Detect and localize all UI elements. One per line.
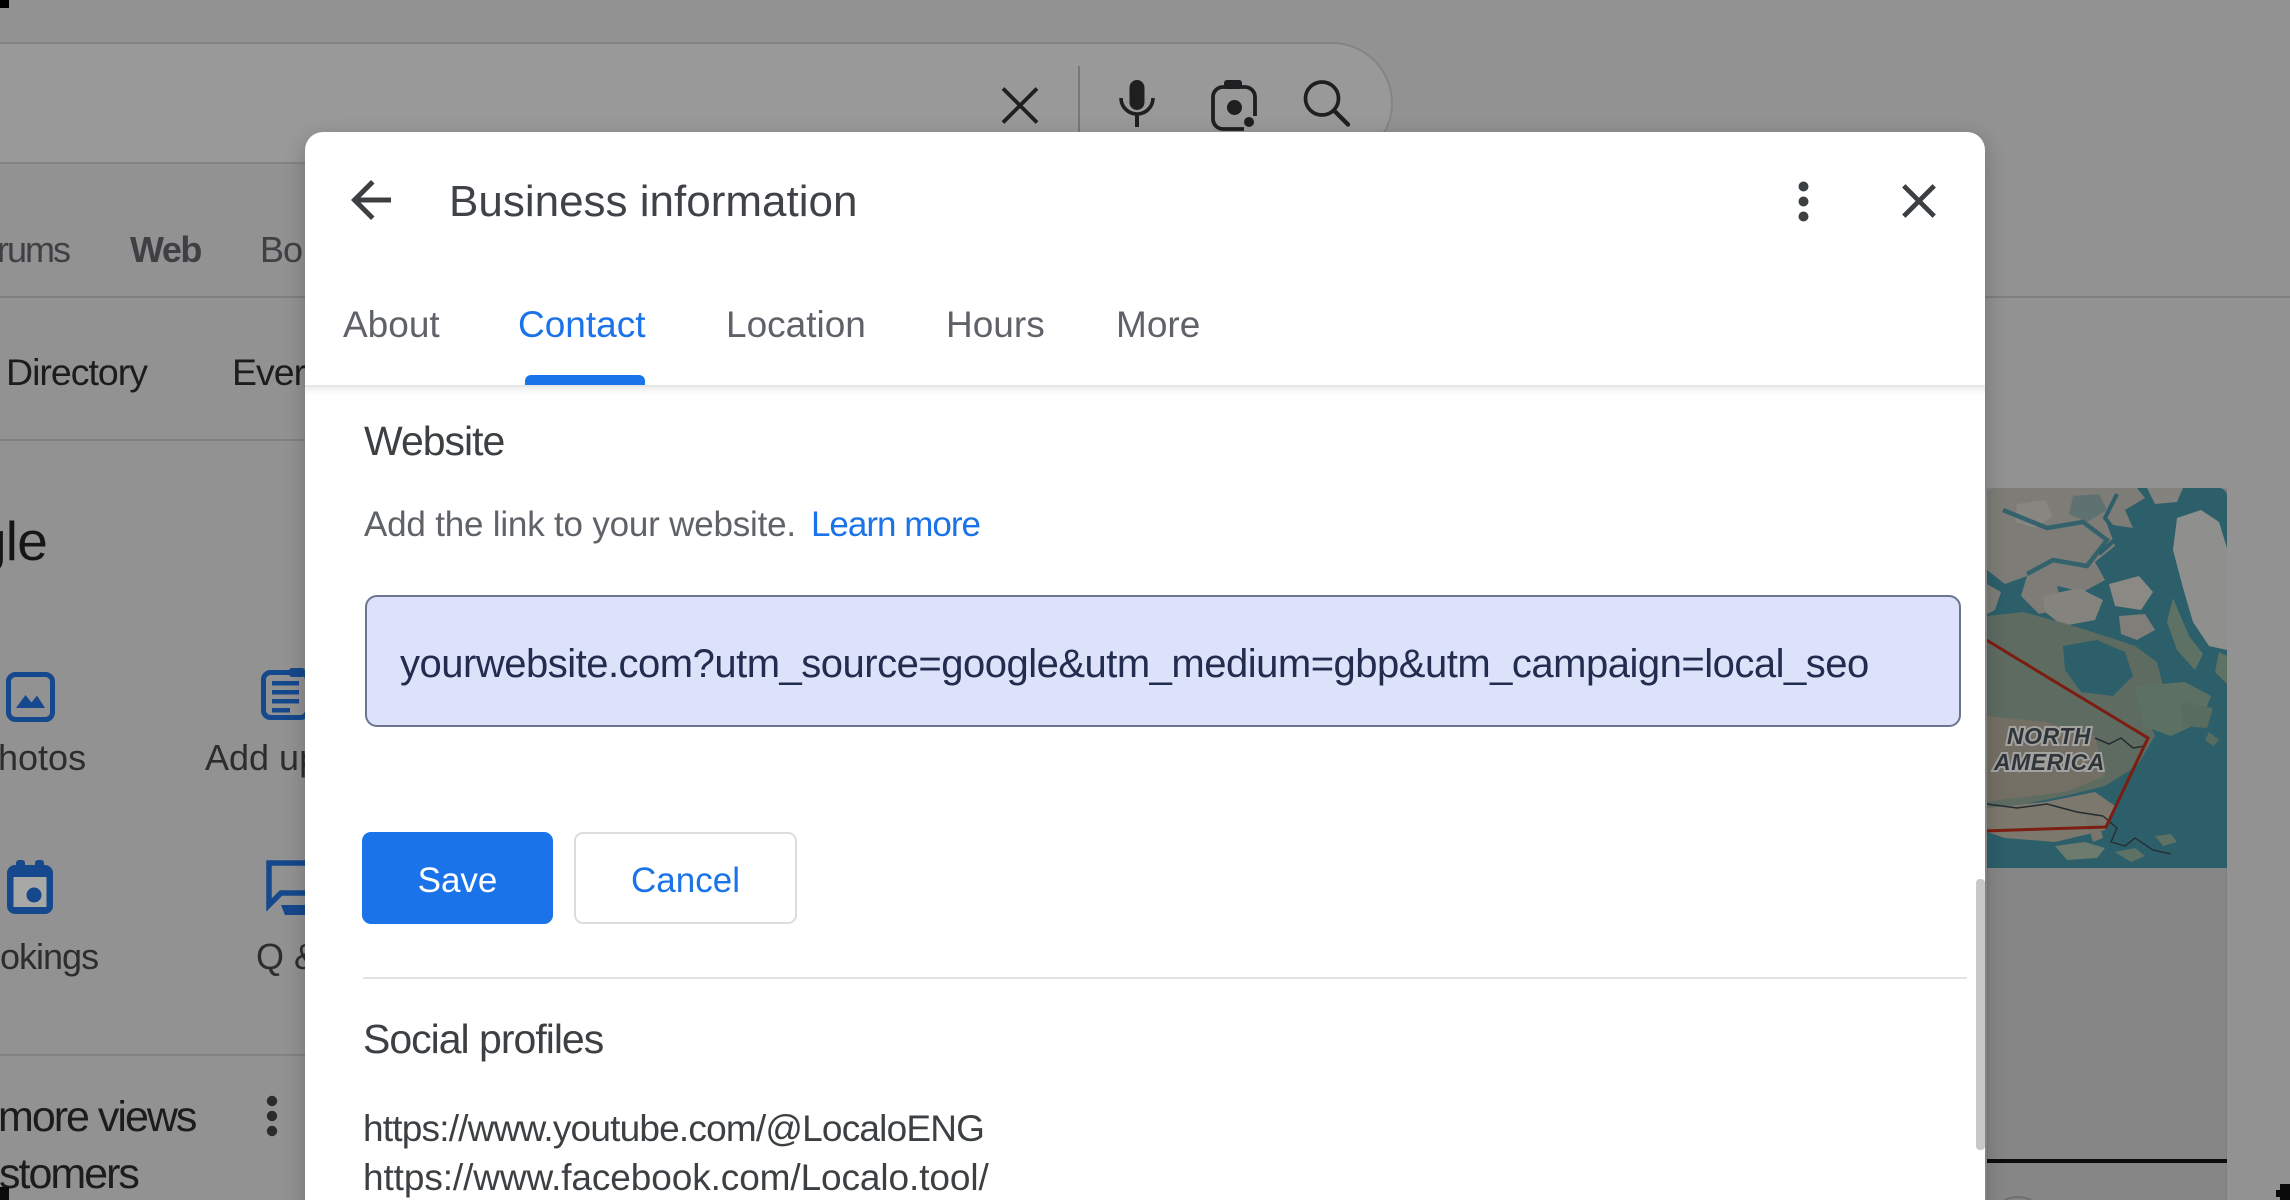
svg-text:NORTH: NORTH xyxy=(2007,723,2091,749)
svg-text:AMERICA: AMERICA xyxy=(1993,749,2105,775)
